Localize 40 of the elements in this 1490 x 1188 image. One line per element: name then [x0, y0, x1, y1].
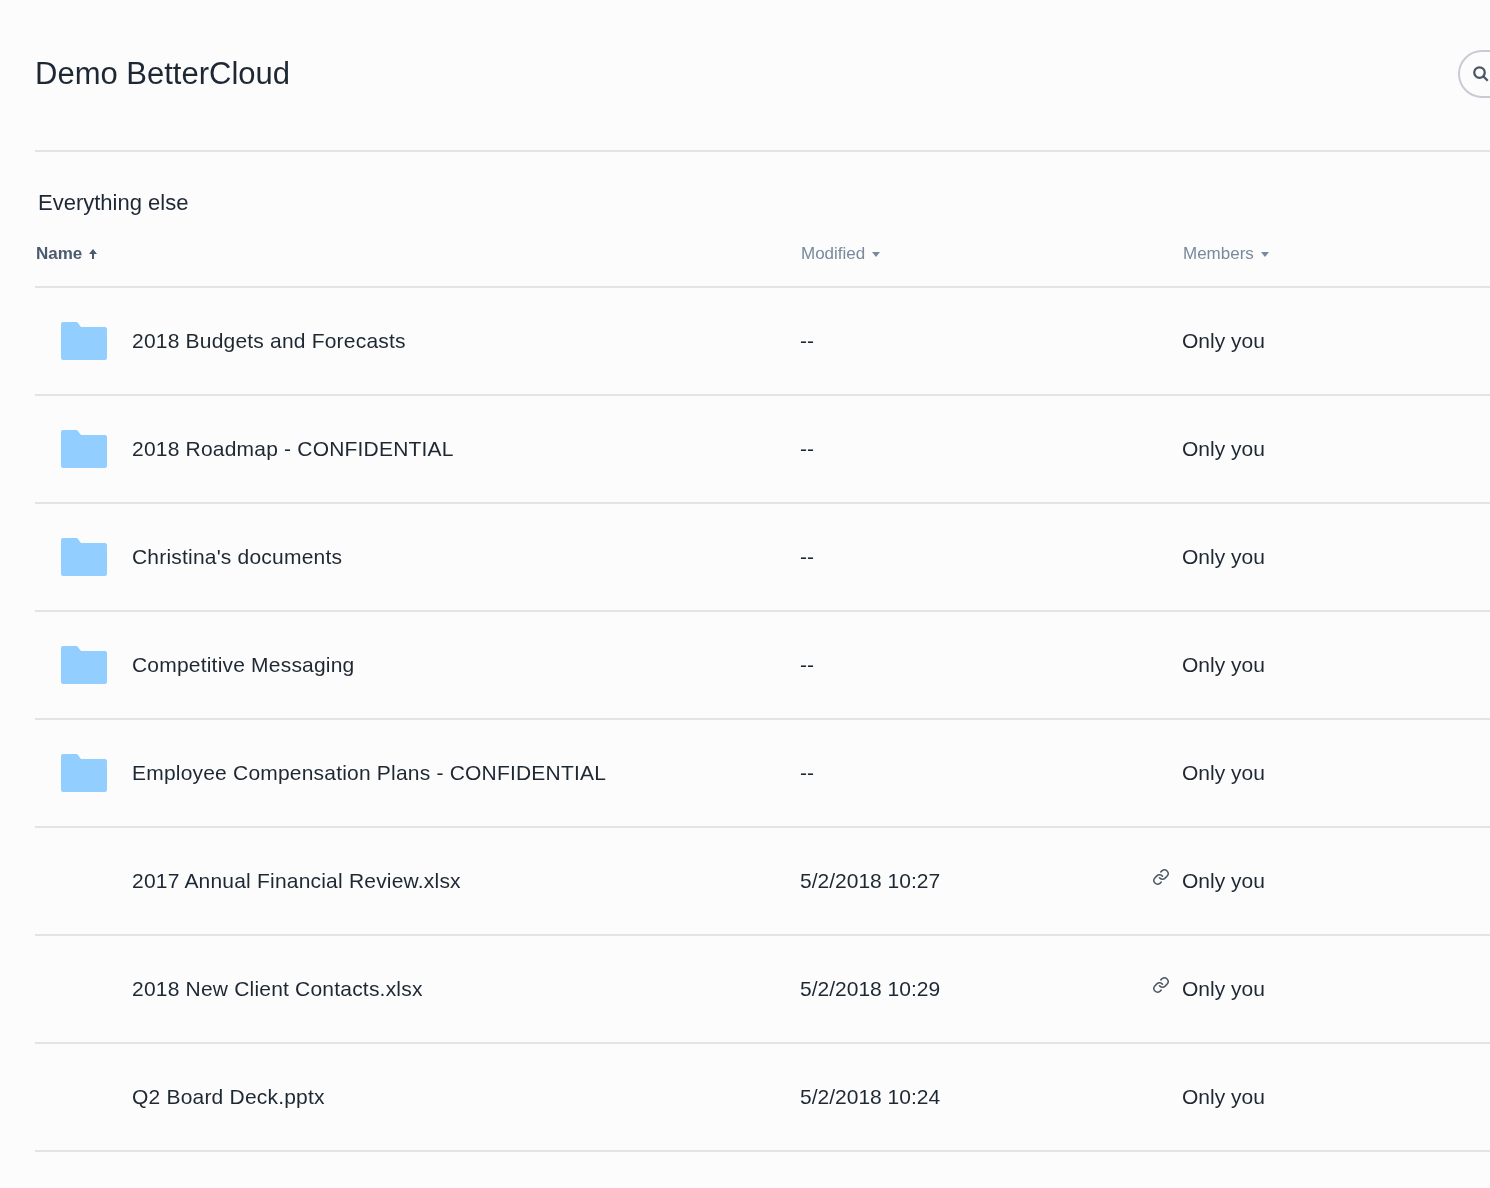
column-header[interactable]: Members [1183, 241, 1270, 267]
file-name[interactable]: 2017 Annual Financial Review.xlsx [132, 865, 461, 897]
members-label: Only you [1182, 436, 1265, 463]
link-icon [1152, 868, 1170, 887]
file-name[interactable]: Employee Compensation Plans - CONFIDENTIAL [132, 757, 607, 789]
modified-date: 5/2/2018 10:27 [800, 869, 941, 893]
file-name[interactable]: 2018 New Client Contacts.xlsx [132, 973, 423, 1005]
file-name[interactable]: Competitive Messaging [132, 649, 355, 681]
file-name[interactable]: 2018 Budgets and Forecasts [132, 325, 406, 357]
modified-date: -- [800, 329, 814, 353]
sort-arrow-icon [88, 248, 99, 260]
file-name[interactable]: 2018 Roadmap - CONFIDENTIAL [132, 433, 454, 465]
members-label: Only you [1182, 328, 1265, 355]
section-title: Everything else [37, 189, 190, 217]
members-label: Only you [1182, 976, 1265, 1003]
folder-icon [61, 646, 107, 684]
folder-icon [61, 538, 107, 576]
members-label: Only you [1182, 652, 1265, 679]
page-title: Demo BetterCloud [35, 54, 290, 93]
column-header[interactable]: Modified [801, 241, 882, 267]
members-label: Only you [1182, 544, 1265, 571]
search-icon [1472, 65, 1490, 83]
modified-date: -- [800, 761, 814, 785]
folder-icon [61, 754, 107, 792]
file-name[interactable]: Christina's documents [132, 541, 343, 573]
modified-date: -- [800, 437, 814, 461]
members-label: Only you [1182, 868, 1265, 895]
members-label: Only you [1182, 1084, 1265, 1111]
modified-date: -- [800, 545, 814, 569]
modified-date: 5/2/2018 10:24 [800, 1085, 941, 1109]
file-name[interactable]: Q2 Board Deck.pptx [132, 1081, 325, 1113]
members-label: Only you [1182, 760, 1265, 787]
link-icon [1152, 976, 1170, 995]
column-header[interactable]: Name [36, 241, 99, 267]
modified-date: 5/2/2018 10:29 [800, 977, 941, 1001]
caret-icon [1259, 249, 1270, 259]
folder-icon [61, 430, 107, 468]
modified-date: -- [800, 653, 814, 677]
caret-icon [871, 249, 882, 259]
folder-icon [61, 322, 107, 360]
